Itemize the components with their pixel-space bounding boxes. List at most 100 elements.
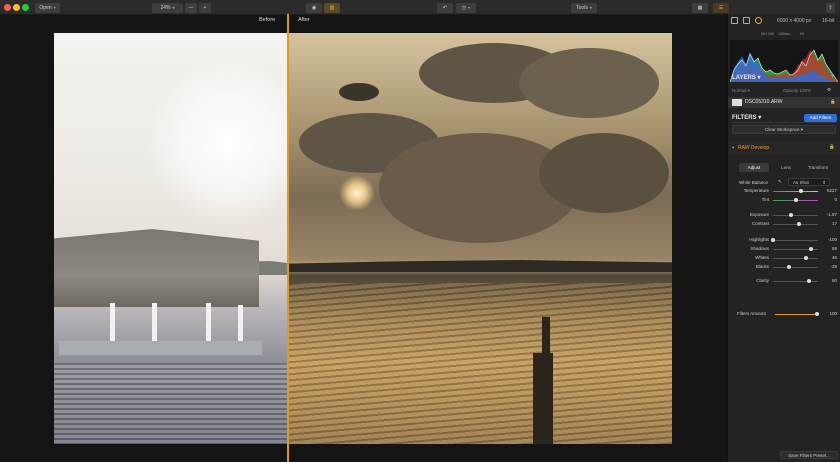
slider-label: Blacks — [755, 264, 769, 269]
opacity-control[interactable]: Opacity 100% — [783, 88, 811, 93]
filters-header[interactable]: FILTERS ▾ — [732, 114, 761, 121]
slider-knob[interactable] — [809, 247, 814, 251]
slider-knob[interactable] — [798, 189, 803, 193]
slider-knob[interactable] — [771, 238, 775, 242]
slider-value[interactable]: -1.87 — [821, 212, 837, 217]
slider-value[interactable]: -29 — [821, 264, 837, 269]
clear-workspace-select[interactable]: Clear Workspace ▾ — [732, 125, 836, 134]
water-reflection — [54, 363, 287, 444]
right-panel: 6000 x 4000 px 16-bit ISO 100 1/80sec f/… — [727, 14, 840, 462]
pier-deck — [59, 341, 262, 355]
slider-track[interactable] — [773, 258, 818, 259]
slider-label: Exposure — [749, 212, 769, 217]
white-balance-select[interactable]: As Shot ⇕ — [788, 178, 830, 186]
slider-highlights: Highlights -100 — [728, 237, 840, 245]
undo-button[interactable]: ↶ — [437, 3, 453, 13]
slider-track[interactable] — [773, 281, 818, 282]
minimize-window-button[interactable] — [13, 4, 20, 11]
slider-track[interactable] — [773, 224, 818, 225]
raw-develop-label: RAW Develop — [738, 145, 770, 151]
preview-toggle-button[interactable]: ◉ — [306, 3, 322, 13]
share-icon: ⇪ — [828, 5, 833, 11]
image-canvas[interactable] — [54, 33, 672, 444]
chevron-down-icon: ▾ — [468, 5, 471, 10]
layers-header[interactable]: LAYERS ▾ — [732, 74, 760, 81]
slider-value[interactable]: -100 — [821, 237, 837, 242]
after-image — [289, 33, 672, 444]
plus-icon[interactable]: + — [831, 74, 835, 80]
lock-icon[interactable]: 🔒 — [830, 99, 836, 105]
lock-icon[interactable]: 🔒 — [829, 144, 835, 150]
history-button[interactable]: ◷ ▾ — [456, 3, 476, 13]
layers-icon[interactable] — [743, 17, 750, 24]
filters-title: FILTERS — [732, 115, 757, 121]
slider-value[interactable]: 0 — [821, 197, 837, 202]
slider-knob[interactable] — [789, 213, 793, 217]
zoom-out-button[interactable]: — — [185, 3, 197, 13]
layers-title: LAYERS — [732, 75, 756, 81]
blend-mode-value: Normal — [732, 88, 747, 93]
slider-value[interactable]: 60 — [821, 278, 837, 283]
slider-value[interactable]: 17 — [821, 221, 837, 226]
split-view-icon: ▥ — [329, 5, 335, 11]
slider-value[interactable]: 46 — [821, 255, 837, 260]
slider-label: Shadows — [750, 246, 769, 251]
slider-label: Tint — [761, 197, 769, 202]
eyedropper-icon[interactable]: ✎ — [778, 179, 782, 185]
browse-mode-button[interactable]: ▦ — [692, 3, 708, 13]
minus-icon[interactable]: — — [820, 75, 825, 80]
golden-water — [289, 283, 672, 444]
raw-develop-header[interactable]: ▾ RAW Develop 🔒 — [728, 142, 840, 154]
layer-item[interactable]: DSC05310.ARW 🔒 — [728, 97, 840, 108]
gear-icon[interactable]: ⚙ — [827, 87, 831, 93]
save-filters-preset-button[interactable]: Save Filters Preset... — [780, 451, 838, 459]
slider-label: Temperature — [743, 188, 769, 193]
slider-track[interactable] — [773, 240, 818, 241]
add-filters-button[interactable]: Add Filters — [804, 114, 837, 122]
slider-knob[interactable] — [793, 198, 798, 202]
slider-knob[interactable] — [807, 279, 811, 283]
slider-knob[interactable] — [787, 265, 792, 269]
aperture-value: f/4 — [800, 32, 804, 36]
slider-whites: Whites 46 — [728, 255, 840, 263]
filters-amount-knob[interactable] — [815, 312, 819, 316]
slider-contrast: Contrast 17 — [728, 221, 840, 229]
close-window-button[interactable] — [4, 4, 11, 11]
open-button[interactable]: Open ▾ — [35, 3, 60, 13]
histogram-icon[interactable] — [731, 17, 738, 24]
chevron-down-icon: ▾ — [53, 5, 56, 10]
slider-shadows: Shadows 69 — [728, 246, 840, 254]
slider-knob[interactable] — [797, 222, 802, 226]
slider-track[interactable] — [773, 215, 818, 216]
tools-menu[interactable]: Tools ▾ — [571, 3, 597, 13]
slider-label: Clarity — [756, 278, 769, 283]
blend-mode-select[interactable]: Normal ▾ — [732, 88, 750, 94]
tab-transform[interactable]: Transform — [803, 163, 833, 172]
before-after-divider-handle[interactable] — [287, 14, 289, 462]
distant-shoreline — [289, 260, 672, 272]
sliders-icon: ☰ — [718, 5, 724, 11]
white-balance-label: White Balance — [739, 180, 769, 185]
info-icon[interactable] — [755, 17, 762, 24]
clock-icon: ◷ — [461, 5, 467, 11]
zoom-select[interactable]: 24% ▾ — [152, 3, 183, 13]
slider-value[interactable]: 6227 — [821, 188, 837, 193]
tab-lens[interactable]: Lens — [771, 163, 801, 172]
edit-mode-button[interactable]: ☰ — [713, 3, 729, 13]
minus-icon: — — [188, 5, 194, 11]
slider-value[interactable]: 69 — [821, 246, 837, 251]
zoom-window-button[interactable] — [22, 4, 29, 11]
slider-track[interactable] — [773, 191, 818, 192]
chevron-down-icon: ▾ — [589, 5, 592, 10]
share-button[interactable]: ⇪ — [826, 3, 835, 13]
filters-amount-track[interactable] — [775, 314, 817, 315]
before-label: Before — [259, 17, 276, 23]
slider-track[interactable] — [773, 267, 818, 268]
divider — [732, 122, 836, 123]
after-label: After — [298, 17, 310, 23]
bit-depth: 16-bit — [822, 18, 835, 24]
zoom-in-button[interactable]: + — [199, 3, 211, 13]
tab-adjust[interactable]: Adjust — [739, 163, 769, 172]
compare-view-button[interactable]: ▥ — [324, 3, 340, 13]
slider-knob[interactable] — [803, 256, 808, 260]
